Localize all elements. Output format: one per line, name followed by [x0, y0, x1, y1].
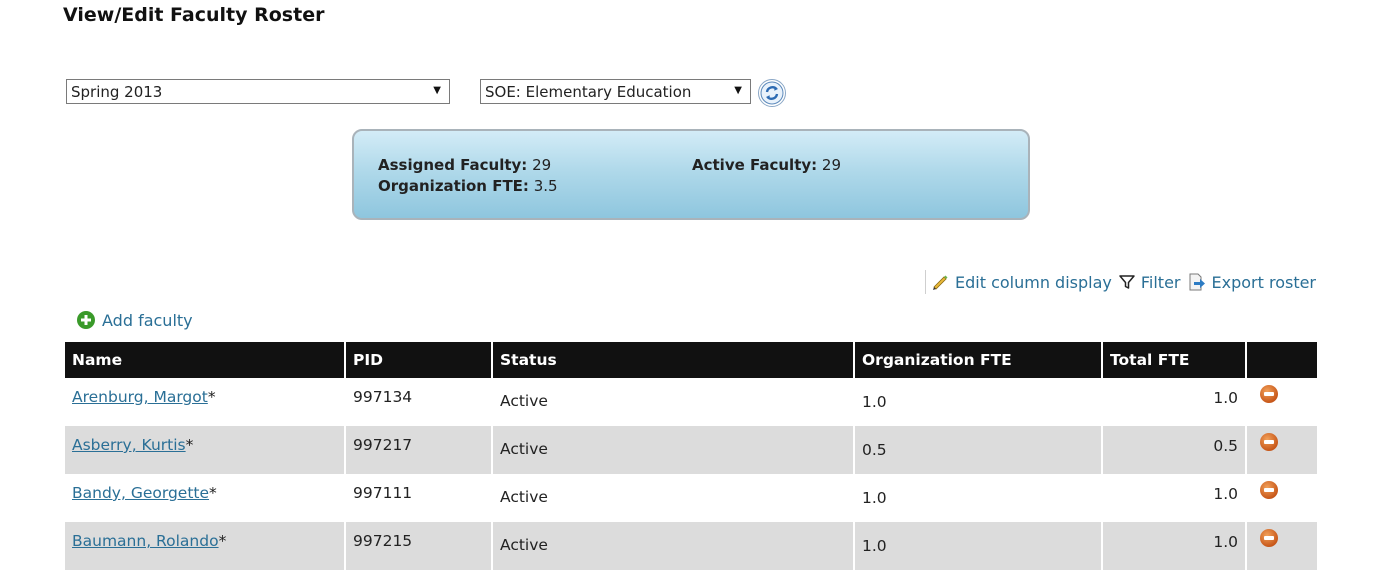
organization-fte-stat: Organization FTE: 3.5: [378, 177, 558, 195]
minus-circle-icon[interactable]: [1260, 481, 1278, 499]
actions-cell: [1246, 378, 1317, 426]
faculty-name-link[interactable]: Asberry, Kurtis: [72, 436, 186, 454]
pid-cell: 997217: [345, 426, 493, 474]
funnel-icon: [1119, 275, 1135, 289]
total-fte-cell: 1.0: [1102, 378, 1247, 426]
column-header-actions: [1246, 342, 1317, 378]
organization-select[interactable]: SOE: Elementary Education ▼: [480, 79, 751, 104]
chevron-down-icon: ▼: [734, 85, 742, 96]
refresh-icon: [760, 81, 784, 105]
organization-fte-cell: 1.0: [854, 522, 1103, 570]
term-select-value: Spring 2013: [71, 82, 163, 101]
column-header-pid[interactable]: PID: [345, 342, 493, 378]
term-select[interactable]: Spring 2013 ▼: [66, 79, 450, 104]
organization-select-value: SOE: Elementary Education: [485, 82, 692, 101]
status-cell: Active: [492, 426, 855, 474]
active-faculty-label: Active Faculty:: [692, 156, 818, 174]
export-roster-label: Export roster: [1211, 272, 1317, 292]
page: View/Edit Faculty Roster Spring 2013 ▼ S…: [0, 0, 1394, 583]
pid-cell: 997134: [345, 378, 493, 426]
summary-panel: Assigned Faculty: 29 Organization FTE: 3…: [352, 129, 1030, 220]
assigned-faculty-value: 29: [532, 156, 552, 174]
edit-column-display-label: Edit column display: [955, 272, 1112, 292]
actions-cell: [1246, 474, 1317, 522]
total-fte-cell: 1.0: [1102, 522, 1247, 570]
status-cell: Active: [492, 378, 855, 426]
minus-circle-icon[interactable]: [1260, 433, 1278, 451]
table-row: Arenburg, Margot* 997134 Active 1.0 1.0: [65, 378, 1317, 426]
actions-cell: [1246, 522, 1317, 570]
page-title: View/Edit Faculty Roster: [63, 4, 325, 26]
minus-circle-icon[interactable]: [1260, 385, 1278, 403]
column-header-status[interactable]: Status: [492, 342, 855, 378]
name-cell: Arenburg, Margot*: [65, 378, 346, 426]
organization-fte-cell: 0.5: [854, 426, 1103, 474]
faculty-name-link[interactable]: Baumann, Rolando: [72, 532, 219, 550]
organization-fte-cell: 1.0: [854, 474, 1103, 522]
export-roster-button[interactable]: Export roster: [1187, 272, 1317, 292]
minus-circle-icon[interactable]: [1260, 529, 1278, 547]
pid-cell: 997111: [345, 474, 493, 522]
filter-label: Filter: [1140, 272, 1181, 292]
status-cell: Active: [492, 522, 855, 570]
refresh-button[interactable]: [758, 79, 786, 107]
total-fte-cell: 1.0: [1102, 474, 1247, 522]
actions-cell: [1246, 426, 1317, 474]
status-cell: Active: [492, 474, 855, 522]
edit-column-display-button[interactable]: Edit column display: [930, 272, 1112, 292]
chevron-down-icon: ▼: [433, 85, 441, 96]
name-cell: Asberry, Kurtis*: [65, 426, 346, 474]
assigned-faculty-stat: Assigned Faculty: 29: [378, 156, 551, 174]
column-header-organization-fte[interactable]: Organization FTE: [854, 342, 1103, 378]
pid-cell: 997215: [345, 522, 493, 570]
table-row: Baumann, Rolando* 997215 Active 1.0 1.0: [65, 522, 1317, 570]
assigned-faculty-label: Assigned Faculty:: [378, 156, 528, 174]
faculty-name-link[interactable]: Bandy, Georgette: [72, 484, 209, 502]
faculty-name-link[interactable]: Arenburg, Margot: [72, 388, 208, 406]
active-faculty-value: 29: [821, 156, 842, 174]
active-faculty-stat: Active Faculty: 29: [692, 156, 841, 174]
table-row: Asberry, Kurtis* 997217 Active 0.5 0.5: [65, 426, 1317, 474]
add-faculty-label: Add faculty: [102, 310, 193, 330]
pencil-icon: [933, 275, 948, 290]
faculty-roster-table: Name PID Status Organization FTE Total F…: [65, 342, 1317, 570]
asterisk-marker: *: [185, 436, 194, 454]
asterisk-marker: *: [218, 532, 227, 550]
organization-fte-label: Organization FTE:: [378, 177, 529, 195]
organization-fte-cell: 1.0: [854, 378, 1103, 426]
column-header-total-fte[interactable]: Total FTE: [1102, 342, 1247, 378]
plus-circle-icon: [77, 311, 95, 329]
name-cell: Bandy, Georgette*: [65, 474, 346, 522]
total-fte-cell: 0.5: [1102, 426, 1247, 474]
export-icon: [1189, 273, 1205, 291]
filter-button[interactable]: Filter: [1118, 273, 1181, 292]
organization-fte-value: 3.5: [533, 177, 558, 195]
add-faculty-button[interactable]: Add faculty: [76, 310, 193, 330]
asterisk-marker: *: [207, 388, 216, 406]
roster-toolbar: Edit column display Filter Export roster: [925, 270, 1316, 294]
table-row: Bandy, Georgette* 997111 Active 1.0 1.0: [65, 474, 1317, 522]
table-header-row: Name PID Status Organization FTE Total F…: [65, 342, 1317, 378]
name-cell: Baumann, Rolando*: [65, 522, 346, 570]
asterisk-marker: *: [209, 484, 217, 502]
column-header-name[interactable]: Name: [65, 342, 346, 378]
